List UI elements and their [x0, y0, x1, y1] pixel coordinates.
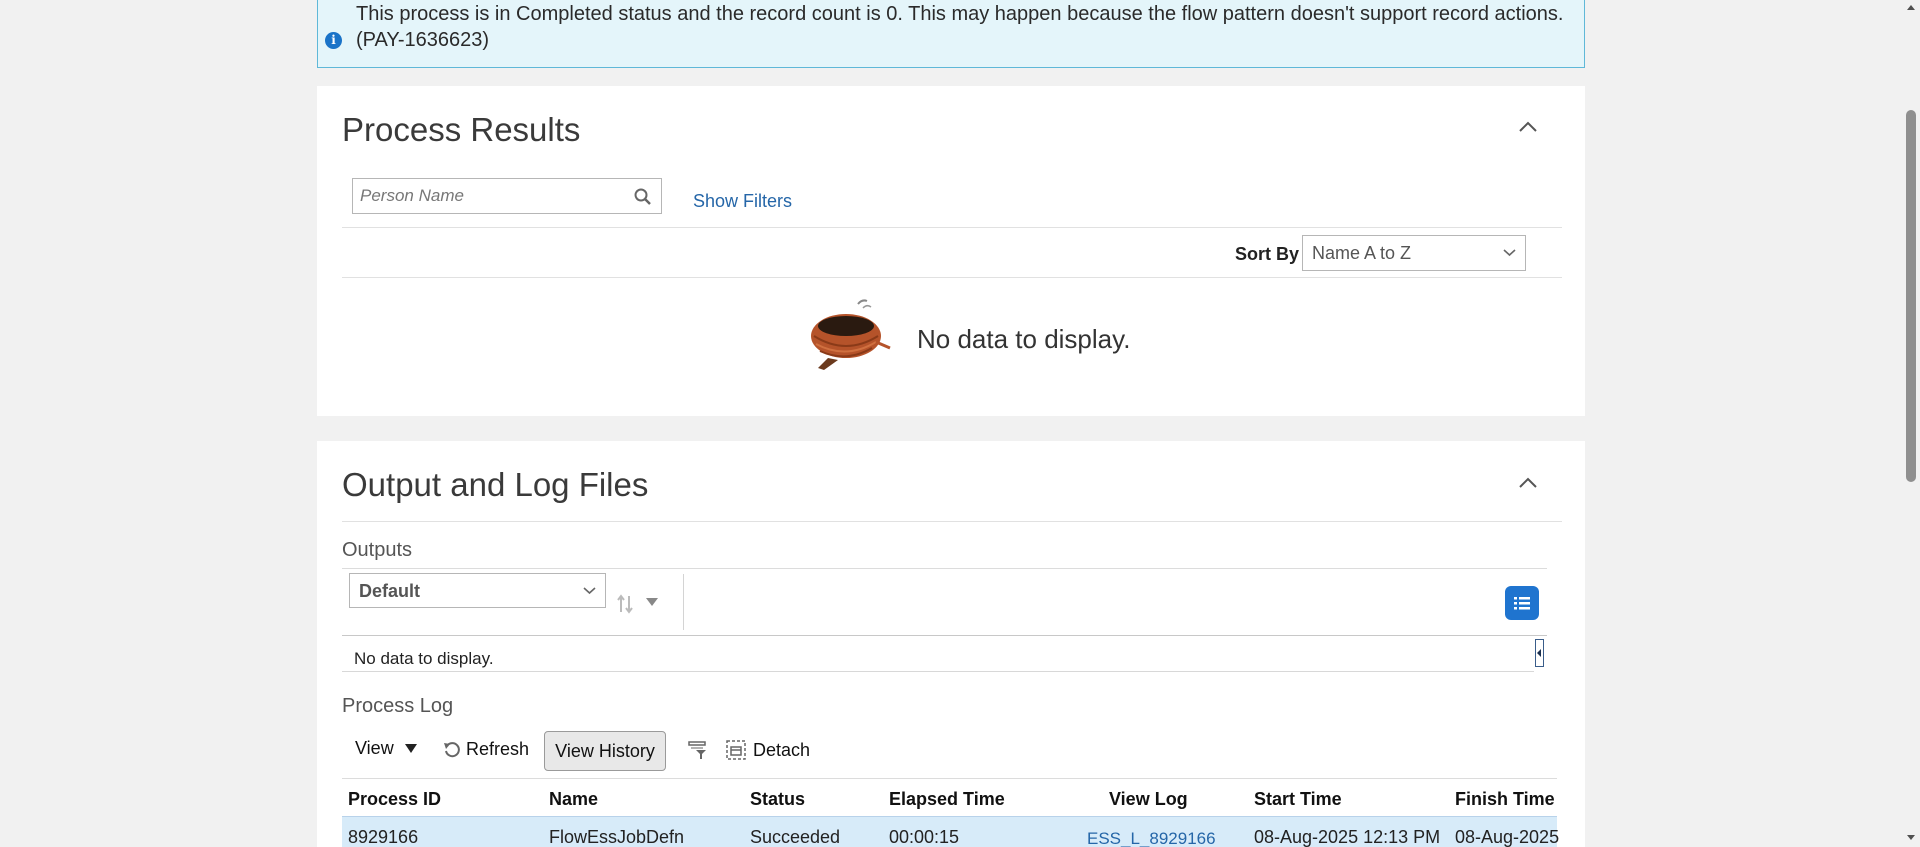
list-icon — [1514, 597, 1530, 610]
table-row[interactable]: 8929166 FlowEssJobDefn Succeeded 00:00:1… — [342, 816, 1560, 847]
elapsed-time-cell: 00:00:15 — [889, 827, 960, 847]
sort-by-value: Name A to Z — [1312, 243, 1412, 263]
outputs-no-data-message: No data to display. — [354, 649, 494, 668]
show-filters-link[interactable]: Show Filters — [693, 191, 792, 212]
outputs-label: Outputs — [342, 539, 413, 561]
refresh-button[interactable]: Refresh — [443, 739, 529, 760]
query-by-example-icon[interactable] — [687, 739, 709, 761]
person-name-search-box — [352, 178, 662, 214]
process-results-panel: Process Results Show Filters Sort By Nam… — [317, 86, 1585, 416]
column-header[interactable]: Name — [549, 789, 598, 810]
start-time-cell: 08-Aug-2025 12:13 PM — [1254, 827, 1441, 847]
detach-button[interactable]: Detach — [753, 740, 810, 761]
column-header[interactable]: Start Time — [1254, 789, 1342, 810]
column-header[interactable]: View Log — [1109, 789, 1188, 810]
status-cell: Succeeded — [750, 827, 841, 847]
table-header-row: Process ID Name Status Elapsed Time View… — [342, 778, 1557, 816]
page-scrollbar[interactable] — [1902, 0, 1920, 847]
empty-nest-illustration — [811, 299, 891, 370]
info-icon: i — [325, 32, 342, 49]
divider — [342, 227, 1562, 228]
collapse-chevron-up-icon[interactable] — [1517, 116, 1539, 138]
process-id-cell: 8929166 — [348, 827, 419, 847]
column-header[interactable]: Finish Time — [1455, 789, 1555, 810]
refresh-icon — [444, 742, 460, 758]
chevron-down-icon — [1503, 249, 1516, 257]
info-message: This process is in Completed status and … — [356, 3, 1564, 51]
view-history-button[interactable]: View History — [544, 731, 666, 771]
output-log-title: Output and Log Files — [342, 466, 649, 503]
sort-by-label: Sort By — [1235, 244, 1300, 264]
no-data-message: No data to display. — [917, 324, 1131, 354]
outputs-view-select[interactable]: Default — [349, 573, 606, 608]
person-name-search-input[interactable] — [353, 179, 623, 213]
view-menu-label: View — [355, 738, 394, 758]
column-header[interactable]: Process ID — [348, 789, 441, 810]
list-view-button[interactable] — [1505, 586, 1539, 620]
info-banner: i This process is in Completed status an… — [317, 0, 1585, 68]
outputs-empty-row — [342, 636, 1534, 672]
divider — [342, 277, 1562, 278]
refresh-label: Refresh — [466, 739, 530, 759]
detach-icon[interactable] — [725, 739, 747, 761]
process-log-label: Process Log — [342, 695, 454, 717]
collapse-left-icon — [1537, 649, 1541, 657]
scroll-down-arrow-icon[interactable] — [1907, 835, 1915, 840]
panel-splitter-handle[interactable] — [1535, 639, 1544, 667]
search-icon[interactable] — [633, 187, 653, 207]
scroll-up-arrow-icon[interactable] — [1907, 5, 1915, 10]
caret-down-icon — [404, 744, 417, 753]
collapse-chevron-up-icon[interactable] — [1517, 472, 1539, 494]
column-header[interactable]: Status — [750, 789, 805, 810]
view-log-link[interactable]: ESS_L_8929166 — [1087, 829, 1216, 847]
finish-time-cell: 08-Aug-2025 — [1455, 827, 1560, 847]
divider — [342, 521, 1562, 522]
dropdown-arrow-icon[interactable] — [646, 598, 658, 606]
process-results-title: Process Results — [342, 111, 581, 148]
column-header[interactable]: Elapsed Time — [889, 789, 1005, 810]
sort-by-select[interactable]: Name A to Z — [1302, 235, 1526, 271]
toolbar-separator — [683, 574, 684, 630]
name-cell: FlowEssJobDefn — [549, 827, 685, 847]
scrollbar-thumb[interactable] — [1906, 110, 1916, 482]
reorder-columns-icon[interactable] — [615, 593, 637, 615]
chevron-down-icon — [583, 587, 596, 595]
output-log-panel: Output and Log Files Outputs Default No … — [317, 441, 1585, 847]
view-menu[interactable]: View — [355, 738, 417, 759]
outputs-view-value: Default — [359, 581, 421, 601]
